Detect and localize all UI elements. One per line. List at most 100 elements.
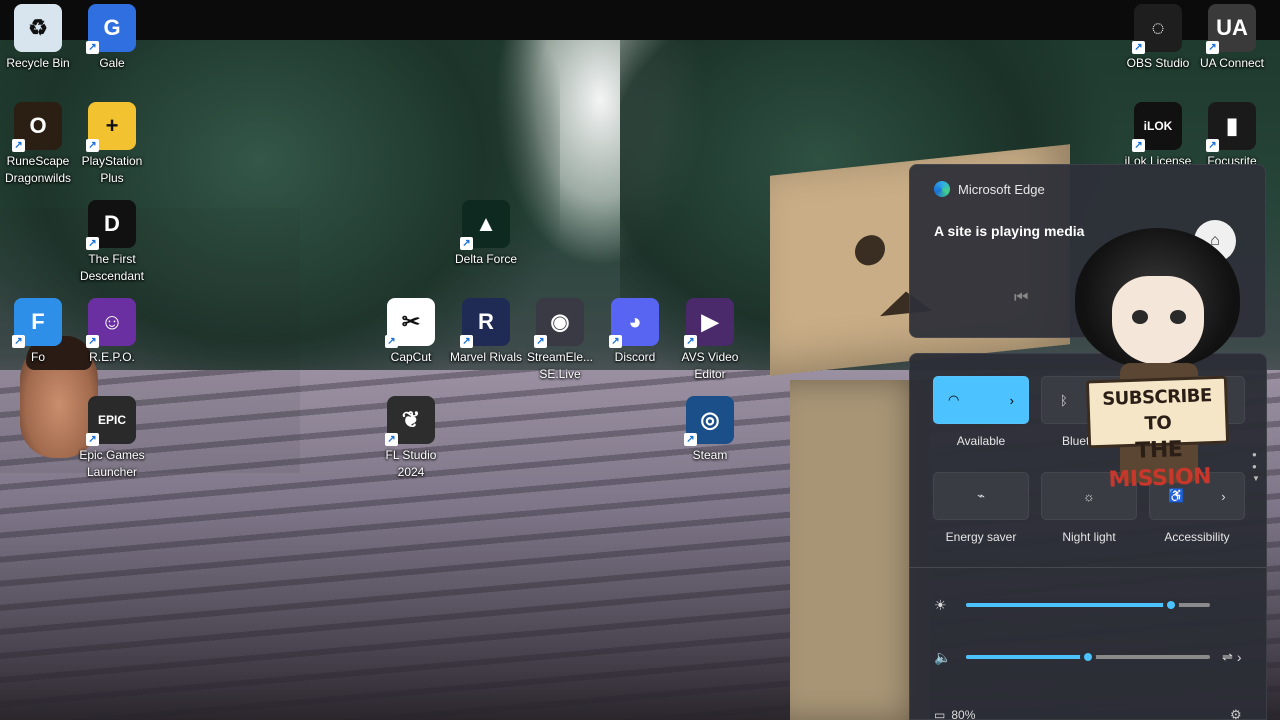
cardboard-robot-figure bbox=[740, 144, 1070, 720]
avs-video-editor-icon: ▶ ↗ bbox=[684, 298, 734, 348]
desktop-shortcut-fortnite[interactable]: F ↗ Fo bbox=[0, 298, 76, 366]
shortcut-arrow-icon: ↗ bbox=[460, 237, 473, 250]
desktop-icon-label: The First Descendant bbox=[79, 252, 145, 283]
desktop-icon-label: AVS Video Editor bbox=[681, 350, 739, 381]
desktop-shortcut-discord[interactable]: ◕ ↗ Discord bbox=[597, 298, 673, 366]
focusrite-icon: ▮ ↗ bbox=[1206, 102, 1256, 152]
volume-thumb[interactable] bbox=[1080, 649, 1096, 665]
banner-line1: SUBSCRIBE TO bbox=[1101, 385, 1213, 435]
tile-label-night-light: Night light bbox=[1062, 530, 1116, 544]
marvel-rivals-icon: R ↗ bbox=[460, 298, 510, 348]
battery-icon: ▭ bbox=[934, 708, 946, 720]
desktop-shortcut-ilok-license[interactable]: iLOK ↗ iLok License bbox=[1120, 102, 1196, 170]
banner-the: THE bbox=[1134, 437, 1183, 464]
shortcut-arrow-icon: ↗ bbox=[1132, 41, 1145, 54]
desktop-shortcut-ua-connect[interactable]: UA ↗ UA Connect bbox=[1194, 4, 1270, 72]
quick-settings-divider bbox=[910, 567, 1266, 568]
wifi-toggle[interactable]: ◠ › bbox=[933, 376, 1029, 424]
bluetooth-icon: ᛒ bbox=[1060, 392, 1068, 408]
shortcut-arrow-icon: ↗ bbox=[1206, 41, 1219, 54]
delta-force-icon: ▲ ↗ bbox=[460, 200, 510, 250]
desktop-icon-label: Recycle Bin bbox=[6, 56, 70, 70]
brightness-icon: ☀ bbox=[934, 596, 947, 613]
shortcut-arrow-icon: ↗ bbox=[12, 335, 25, 348]
audio-output-icon[interactable]: ⇌ bbox=[1222, 649, 1233, 665]
steam-icon: ◎ ↗ bbox=[684, 396, 734, 446]
desktop-shortcut-playstation-plus[interactable]: + ↗ PlayStation Plus bbox=[74, 102, 150, 187]
desktop-shortcut-runescape-dragonwilds[interactable]: O ↗ RuneScape Dragonwilds bbox=[0, 102, 76, 187]
battery-status[interactable]: ▭ 80% bbox=[934, 708, 975, 720]
shortcut-arrow-icon: ↗ bbox=[684, 433, 697, 446]
recycle-bin-icon: ♻ bbox=[14, 4, 62, 52]
edge-icon bbox=[934, 181, 950, 197]
desktop-shortcut-focusrite[interactable]: ▮ ↗ Focusrite bbox=[1194, 102, 1270, 170]
settings-gear-icon[interactable]: ⚙ bbox=[1230, 707, 1242, 720]
desktop-icon-label: Delta Force bbox=[454, 252, 518, 266]
desktop-shortcut-obs-studio[interactable]: ◌ ↗ OBS Studio bbox=[1120, 4, 1196, 72]
shortcut-arrow-icon: ↗ bbox=[86, 237, 99, 250]
chevron-right-icon[interactable]: › bbox=[1010, 393, 1014, 408]
chevron-right-icon[interactable]: › bbox=[1237, 649, 1242, 665]
tile-label-energy-saver: Energy saver bbox=[945, 530, 1017, 544]
volume-slider-row: 🔈 ⇌ › bbox=[934, 647, 1254, 667]
repo-icon: ☺ ↗ bbox=[86, 298, 136, 348]
previous-track-icon[interactable]: ⏮ bbox=[1014, 289, 1028, 307]
desktop-shortcut-capcut[interactable]: ✂ ↗ CapCut bbox=[373, 298, 449, 366]
desktop-shortcut-streamelements[interactable]: ◉ ↗ StreamEle... SE.Live bbox=[522, 298, 598, 383]
energy-saver-icon: ⌁ bbox=[977, 488, 985, 503]
ua-connect-icon: UA ↗ bbox=[1206, 4, 1256, 54]
tile-label-wifi: Available bbox=[956, 434, 1006, 448]
media-source: Microsoft Edge bbox=[934, 181, 1045, 197]
battery-percent: 80% bbox=[951, 708, 976, 720]
desktop-shortcut-marvel-rivals[interactable]: R ↗ Marvel Rivals bbox=[448, 298, 524, 366]
playstation-plus-icon: + ↗ bbox=[86, 102, 136, 152]
gale-icon: G ↗ bbox=[86, 4, 136, 54]
brightness-slider[interactable] bbox=[966, 597, 1210, 613]
desktop-shortcut-repo[interactable]: ☺ ↗ R.E.P.O. bbox=[74, 298, 150, 366]
media-app-name: Microsoft Edge bbox=[958, 181, 1045, 197]
streamelements-icon: ◉ ↗ bbox=[534, 298, 584, 348]
robot-eye bbox=[855, 233, 885, 267]
shortcut-arrow-icon: ↗ bbox=[1132, 139, 1145, 152]
desktop-shortcut-avs-video-editor[interactable]: ▶ ↗ AVS Video Editor bbox=[672, 298, 748, 383]
desktop-icon-label: CapCut bbox=[390, 350, 432, 364]
desktop-shortcut-the-first-descendant[interactable]: D ↗ The First Descendant bbox=[74, 200, 150, 285]
desktop-shortcut-steam[interactable]: ◎ ↗ Steam bbox=[672, 396, 748, 464]
desktop-shortcut-epic-games[interactable]: EPIC ↗ Epic Games Launcher bbox=[74, 396, 150, 481]
brightness-slider-row: ☀ bbox=[934, 595, 1254, 615]
top-black-bar bbox=[0, 0, 1280, 40]
fortnite-icon: F ↗ bbox=[12, 298, 62, 348]
desktop-icon-label: Marvel Rivals bbox=[449, 350, 522, 364]
page-indicator-dots[interactable]: ● ● ▼ bbox=[1252, 449, 1260, 485]
shortcut-arrow-icon: ↗ bbox=[12, 139, 25, 152]
desktop-shortcut-recycle-bin[interactable]: ♻ Recycle Bin bbox=[0, 4, 76, 72]
the-first-descendant-icon: D ↗ bbox=[86, 200, 136, 250]
desktop-shortcut-delta-force[interactable]: ▲ ↗ Delta Force bbox=[448, 200, 524, 268]
volume-slider[interactable] bbox=[966, 649, 1210, 665]
discord-icon: ◕ ↗ bbox=[609, 298, 659, 348]
shortcut-arrow-icon: ↗ bbox=[385, 335, 398, 348]
desktop-icon-label: Epic Games Launcher bbox=[79, 448, 145, 479]
banner-line2: THE MISSION bbox=[1091, 435, 1228, 496]
brightness-thumb[interactable] bbox=[1162, 597, 1179, 613]
shortcut-arrow-icon: ↗ bbox=[385, 433, 398, 446]
desktop-icon-label: FL Studio 2024 bbox=[385, 448, 437, 479]
fl-studio-icon: ❦ ↗ bbox=[385, 396, 435, 446]
ilok-license-icon: iLOK ↗ bbox=[1132, 102, 1182, 152]
energy-saver-toggle[interactable]: ⌁ bbox=[933, 472, 1029, 520]
subscribe-banner: SUBSCRIBE TO THE MISSION bbox=[1085, 375, 1230, 493]
shortcut-arrow-icon: ↗ bbox=[1206, 139, 1219, 152]
epic-games-icon: EPIC ↗ bbox=[86, 396, 136, 446]
shortcut-arrow-icon: ↗ bbox=[460, 335, 473, 348]
desktop-shortcut-gale[interactable]: G ↗ Gale bbox=[74, 4, 150, 72]
desktop-icon-label: Fo bbox=[30, 350, 45, 364]
shortcut-arrow-icon: ↗ bbox=[86, 139, 99, 152]
runescape-dragonwilds-icon: O ↗ bbox=[12, 102, 62, 152]
desktop-icon-label: RuneScape Dragonwilds bbox=[4, 154, 72, 185]
desktop-shortcut-fl-studio[interactable]: ❦ ↗ FL Studio 2024 bbox=[373, 396, 449, 481]
chibi-eyes bbox=[1132, 310, 1186, 326]
volume-icon[interactable]: 🔈 bbox=[934, 649, 954, 666]
desktop-icon-label: StreamEle... SE.Live bbox=[526, 350, 594, 381]
desktop-icon-label: PlayStation Plus bbox=[81, 154, 143, 185]
obs-studio-icon: ◌ ↗ bbox=[1132, 4, 1182, 54]
